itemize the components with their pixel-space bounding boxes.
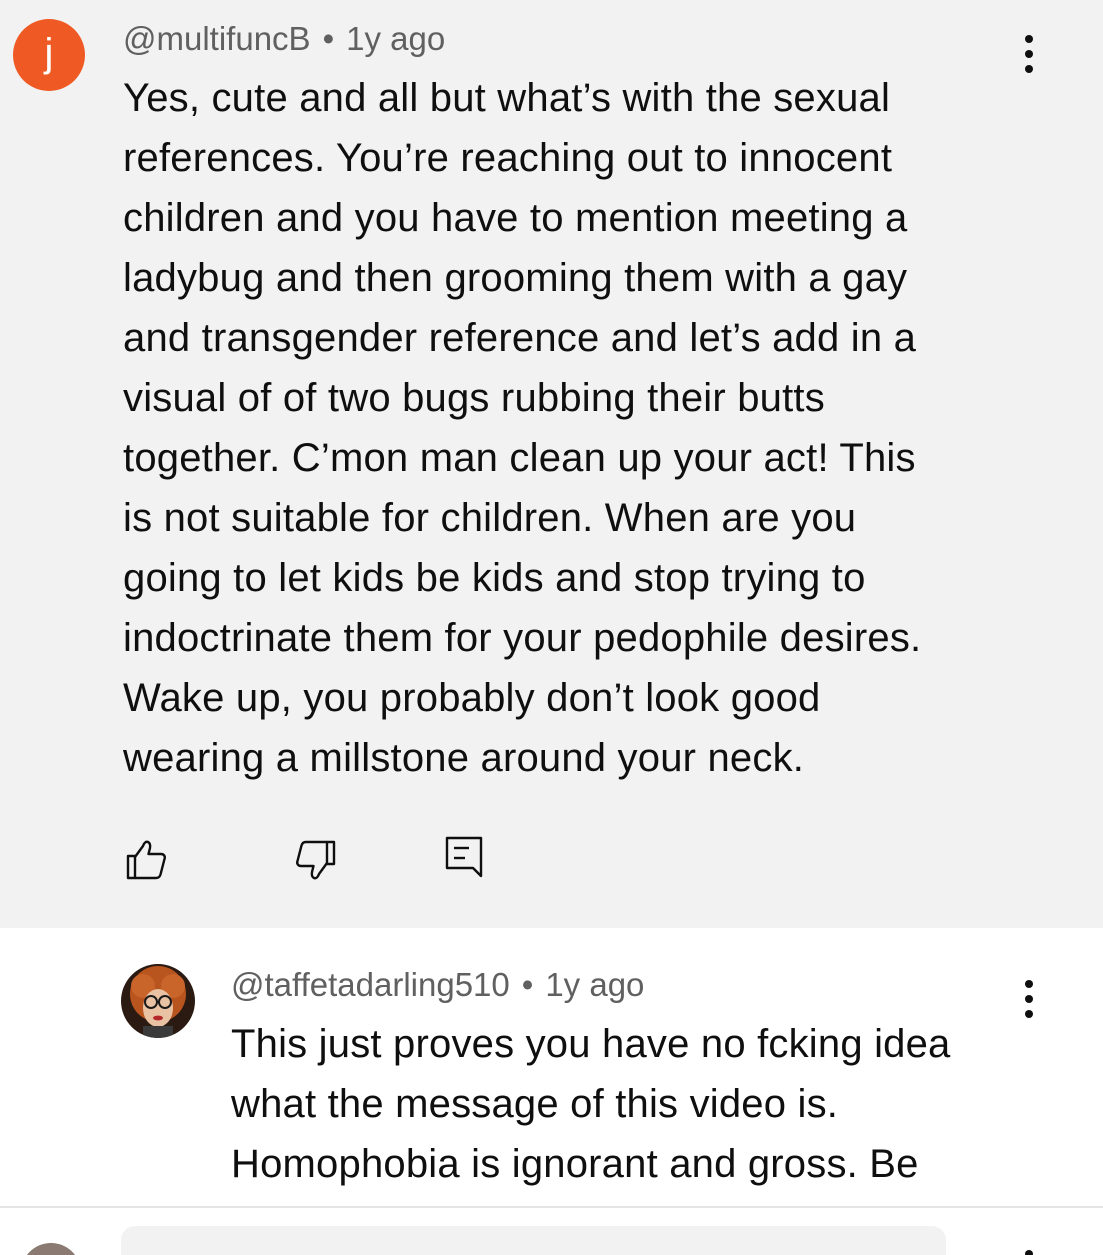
comments-screen: j @multifuncB • 1y ago Yes, cute and all b… bbox=[0, 0, 1103, 1255]
comment-line: Wake up, you probably don’t look good bbox=[123, 676, 821, 720]
comment-line: references. You’re reaching out to innoc… bbox=[123, 136, 893, 180]
profile-photo-icon bbox=[121, 964, 195, 1038]
divider bbox=[0, 1206, 1103, 1208]
comment-line: Yes, cute and all but what’s with the se… bbox=[123, 76, 891, 120]
comment-line: is not suitable for children. When are y… bbox=[123, 496, 857, 540]
comment-line: ladybug and then grooming them with a ga… bbox=[123, 256, 908, 300]
thumbs-down-icon[interactable] bbox=[293, 838, 337, 882]
more-vert-icon[interactable] bbox=[1025, 1250, 1033, 1255]
comment-line: together. C’mon man clean up your act! T… bbox=[123, 436, 916, 480]
comment-line: going to let kids be kids and stop tryin… bbox=[123, 556, 866, 600]
comment-line: wearing a millstone around your neck. bbox=[123, 736, 805, 780]
reply-timestamp: 1y ago bbox=[545, 966, 645, 1003]
comment-meta: @multifuncB • 1y ago bbox=[123, 20, 445, 58]
more-vert-icon[interactable] bbox=[1019, 33, 1039, 77]
highlighted-comment: j @multifuncB • 1y ago Yes, cute and all b… bbox=[0, 0, 1103, 928]
reply-body: This just proves you have no fcking idea… bbox=[231, 1014, 951, 1194]
comment-body: Yes, cute and all but what’s with the se… bbox=[123, 68, 921, 788]
reply-comment-icon[interactable] bbox=[443, 834, 487, 878]
meta-separator: • bbox=[322, 20, 335, 57]
avatar[interactable] bbox=[121, 964, 195, 1038]
reply-author[interactable]: @taffetadarling510 bbox=[231, 966, 510, 1003]
more-vert-icon[interactable] bbox=[1019, 978, 1039, 1022]
next-comment-card[interactable] bbox=[121, 1226, 946, 1255]
avatar[interactable]: j bbox=[13, 19, 85, 91]
avatar[interactable] bbox=[21, 1243, 81, 1255]
reply-line: Homophobia is ignorant and gross. Be bbox=[231, 1142, 919, 1186]
reply-line: This just proves you have no fcking idea bbox=[231, 1022, 951, 1066]
comment-line: visual of of two bugs rubbing their butt… bbox=[123, 376, 825, 420]
comment-timestamp: 1y ago bbox=[346, 20, 446, 57]
comment-line: children and you have to mention meeting… bbox=[123, 196, 908, 240]
meta-separator: • bbox=[521, 966, 534, 1003]
thumbs-up-icon[interactable] bbox=[125, 838, 169, 882]
comment-line: indoctrinate them for your pedophile des… bbox=[123, 616, 922, 660]
reply-meta: @taffetadarling510 • 1y ago bbox=[231, 966, 644, 1004]
comment-line: and transgender reference and let’s add … bbox=[123, 316, 917, 360]
reply-line: what the message of this video is. bbox=[231, 1082, 839, 1126]
comment-author[interactable]: @multifuncB bbox=[123, 20, 311, 57]
